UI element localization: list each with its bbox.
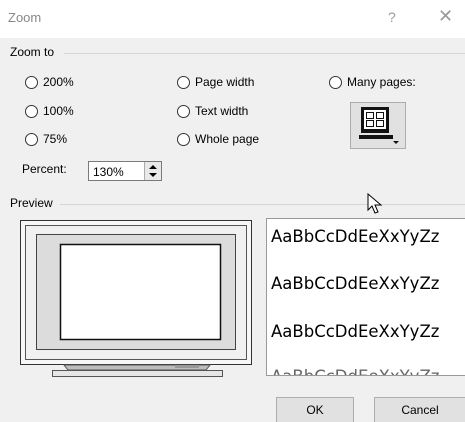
radio-page-width[interactable]: Page width [177, 75, 254, 89]
radio-200-label: 200% [43, 75, 74, 89]
preview-text-box: AaBbCcDdEeXxYyZz AaBbCcDdEeXxYyZz AaBbCc… [266, 218, 465, 376]
many-pages-button[interactable] [350, 102, 406, 149]
radio-many-pages[interactable]: Many pages: [329, 75, 416, 89]
radio-circle [177, 104, 190, 118]
radio-200-percent[interactable]: 200% [25, 75, 74, 89]
radio-circle [177, 132, 190, 146]
radio-75-label: 75% [43, 132, 68, 146]
percent-input[interactable]: 130% [93, 165, 124, 179]
spinner-up-icon[interactable] [149, 165, 157, 169]
cancel-button[interactable]: Cancel [374, 397, 465, 422]
mouse-pointer-icon [367, 193, 383, 214]
spinner-buttons[interactable] [144, 162, 161, 180]
radio-whole-page[interactable]: Whole page [177, 132, 259, 146]
preview-sample-line: AaBbCcDdEeXxYyZz [271, 227, 440, 246]
radio-text-width[interactable]: Text width [177, 104, 248, 118]
preview-sample-line-partial: AaBbCcDdEeXxYyZz [271, 367, 439, 375]
preview-sample-line: AaBbCcDdEeXxYyZz [271, 274, 440, 293]
dialog-title: Zoom [8, 10, 42, 25]
preview-sample-line: AaBbCcDdEeXxYyZz [271, 322, 440, 341]
radio-many-pages-label: Many pages: [347, 75, 416, 89]
percent-spinner[interactable]: 130% [88, 161, 162, 181]
radio-circle [177, 75, 190, 89]
help-button[interactable]: ? [388, 9, 396, 25]
radio-circle [25, 132, 38, 146]
preview-separator [60, 204, 465, 205]
radio-circle [329, 75, 342, 89]
spinner-down-icon[interactable] [149, 173, 157, 177]
zoom-to-label: Zoom to [10, 45, 55, 59]
radio-page-width-label: Page width [195, 75, 255, 89]
radio-100-percent[interactable]: 100% [25, 104, 74, 118]
radio-text-width-label: Text width [195, 104, 249, 118]
monitor-preview-icon [20, 220, 252, 377]
preview-label: Preview [10, 196, 53, 210]
radio-75-percent[interactable]: 75% [25, 132, 67, 146]
percent-label: Percent: [22, 162, 67, 176]
close-button[interactable]: ✕ [438, 6, 453, 27]
zoom-to-separator [64, 53, 465, 54]
ok-button[interactable]: OK [276, 397, 354, 422]
radio-100-label: 100% [43, 104, 74, 118]
radio-whole-page-label: Whole page [195, 132, 260, 146]
multiple-pages-monitor-icon [359, 107, 399, 144]
radio-circle [25, 104, 38, 118]
radio-circle [25, 75, 38, 89]
